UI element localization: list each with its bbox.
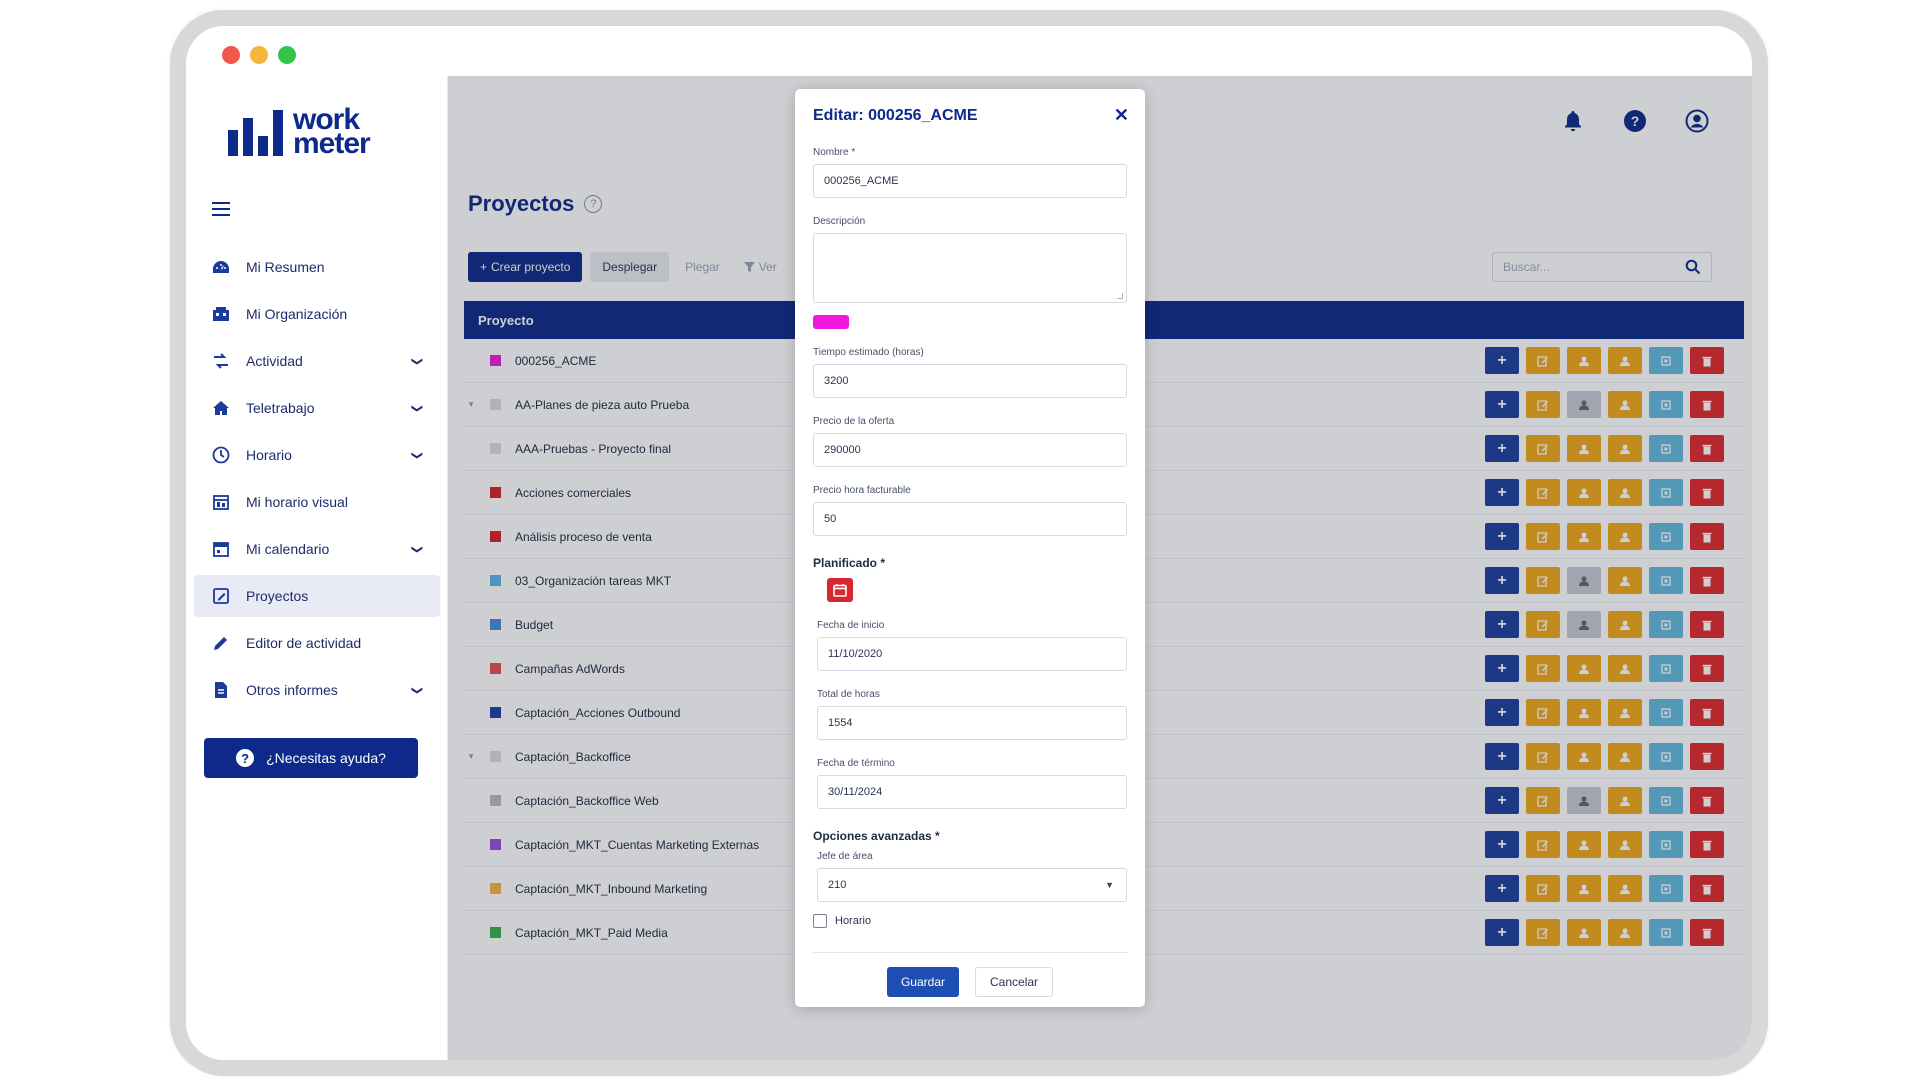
calendar-icon[interactable] — [827, 578, 853, 602]
sidebar-item-label: Mi Organización — [246, 306, 348, 322]
sidebar-item-label: Mi calendario — [246, 541, 330, 557]
chevron-down-icon[interactable]: ❯ — [411, 403, 424, 412]
sidebar-item-label: Proyectos — [246, 588, 309, 604]
organization-icon — [210, 304, 232, 324]
jefe-area-select[interactable]: 210 ▼ — [817, 868, 1127, 902]
home-icon — [210, 398, 232, 418]
color-picker-swatch[interactable] — [813, 315, 849, 329]
chevron-down-icon[interactable]: ❯ — [411, 450, 424, 459]
nombre-label: Nombre * — [813, 147, 856, 158]
horario-checkbox[interactable] — [813, 914, 827, 928]
sidebar-item-mi-resumen[interactable]: Mi Resumen — [194, 246, 440, 288]
sidebar-item-label: Teletrabajo — [246, 400, 315, 416]
modal-divider — [813, 952, 1127, 953]
window-close-dot[interactable] — [222, 46, 240, 64]
modal-title: Editar: 000256_ACME — [813, 107, 978, 124]
window-minimize-dot[interactable] — [250, 46, 268, 64]
help-icon: ? — [236, 749, 255, 767]
chevron-down-icon[interactable]: ❯ — [411, 544, 424, 553]
chevron-down-icon[interactable]: ❯ — [411, 685, 424, 694]
fecha-inicio-field[interactable]: 11/10/2020 — [817, 637, 1127, 671]
edit-project-modal: Editar: 000256_ACME ✕ Nombre * 000256_AC… — [795, 89, 1145, 1007]
sidebar: work meter Mi Resumen Mi Organización Acti… — [186, 76, 448, 1060]
planificado-section-title: Planificado * — [813, 556, 886, 570]
sidebar-item-horario[interactable]: Horario ❯ — [194, 434, 440, 476]
pencil-icon — [210, 633, 232, 653]
tiempo-estimado-field[interactable]: 3200 — [813, 364, 1127, 398]
total-horas-field[interactable]: 1554 — [817, 706, 1127, 740]
horario-option: Horario — [813, 914, 1127, 928]
sidebar-item-teletrabajo[interactable]: Teletrabajo ❯ — [194, 387, 440, 429]
sidebar-item-label: Editor de actividad — [246, 635, 362, 651]
help-button[interactable]: ? ¿Necesitas ayuda? — [204, 738, 418, 778]
calendar-icon — [210, 539, 232, 559]
logo-bars-icon — [228, 110, 283, 156]
chevron-down-icon[interactable]: ❯ — [411, 356, 424, 365]
sidebar-item-label: Mi horario visual — [246, 494, 348, 510]
sidebar-item-otros-informes[interactable]: Otros informes ❯ — [194, 669, 440, 711]
sidebar-item-mi-calendario[interactable]: Mi calendario ❯ — [194, 528, 440, 570]
total-horas-label: Total de horas — [817, 689, 880, 700]
activity-icon — [210, 351, 232, 371]
descripcion-label: Descripción — [813, 216, 866, 227]
logo-text-meter: meter — [293, 127, 371, 160]
modal-footer: Guardar Cancelar — [813, 967, 1127, 997]
report-icon — [210, 680, 232, 700]
clock-icon — [210, 445, 232, 465]
precio-hora-field[interactable]: 50 — [813, 502, 1127, 536]
sidebar-nav: Mi Resumen Mi Organización Actividad ❯ Telet… — [194, 246, 440, 716]
sidebar-item-mi-horario-visual[interactable]: Mi horario visual — [194, 481, 440, 523]
descripcion-field[interactable] — [813, 233, 1127, 303]
sidebar-item-label: Horario — [246, 447, 292, 463]
dashboard-icon — [210, 257, 232, 277]
fecha-termino-field[interactable]: 30/11/2024 — [817, 775, 1127, 809]
fecha-termino-label: Fecha de término — [817, 758, 895, 769]
jefe-area-label: Jefe de área — [817, 851, 873, 862]
resize-grip-icon[interactable] — [1117, 293, 1123, 299]
opciones-avanzadas-title: Opciones avanzadas * — [813, 829, 940, 843]
sidebar-item-editor-de-actividad[interactable]: Editor de actividad — [194, 622, 440, 664]
sidebar-item-label: Mi Resumen — [246, 259, 325, 275]
chevron-down-icon: ▼ — [1105, 880, 1114, 890]
horario-checkbox-label: Horario — [835, 915, 872, 927]
visual-schedule-icon — [210, 492, 232, 512]
window-titlebar — [186, 26, 1752, 76]
precio-oferta-label: Precio de la oferta — [813, 416, 895, 427]
sidebar-item-label: Actividad — [246, 353, 303, 369]
workmeter-logo[interactable]: work meter — [228, 104, 371, 160]
sidebar-item-mi-organización[interactable]: Mi Organización — [194, 293, 440, 335]
tiempo-label: Tiempo estimado (horas) — [813, 347, 924, 358]
window-maximize-dot[interactable] — [278, 46, 296, 64]
close-icon[interactable]: ✕ — [1114, 105, 1129, 126]
help-button-label: ¿Necesitas ayuda? — [266, 750, 386, 766]
sidebar-item-actividad[interactable]: Actividad ❯ — [194, 340, 440, 382]
menu-toggle-icon[interactable] — [212, 202, 230, 216]
sidebar-item-proyectos[interactable]: Proyectos — [194, 575, 440, 617]
save-button[interactable]: Guardar — [886, 967, 959, 997]
cancel-button[interactable]: Cancelar — [975, 967, 1054, 997]
sidebar-item-label: Otros informes — [246, 682, 338, 698]
nombre-field[interactable]: 000256_ACME — [813, 164, 1127, 198]
fecha-inicio-label: Fecha de inicio — [817, 620, 885, 631]
precio-hora-label: Precio hora facturable — [813, 485, 911, 496]
precio-oferta-field[interactable]: 290000 — [813, 433, 1127, 467]
projects-icon — [210, 586, 232, 606]
